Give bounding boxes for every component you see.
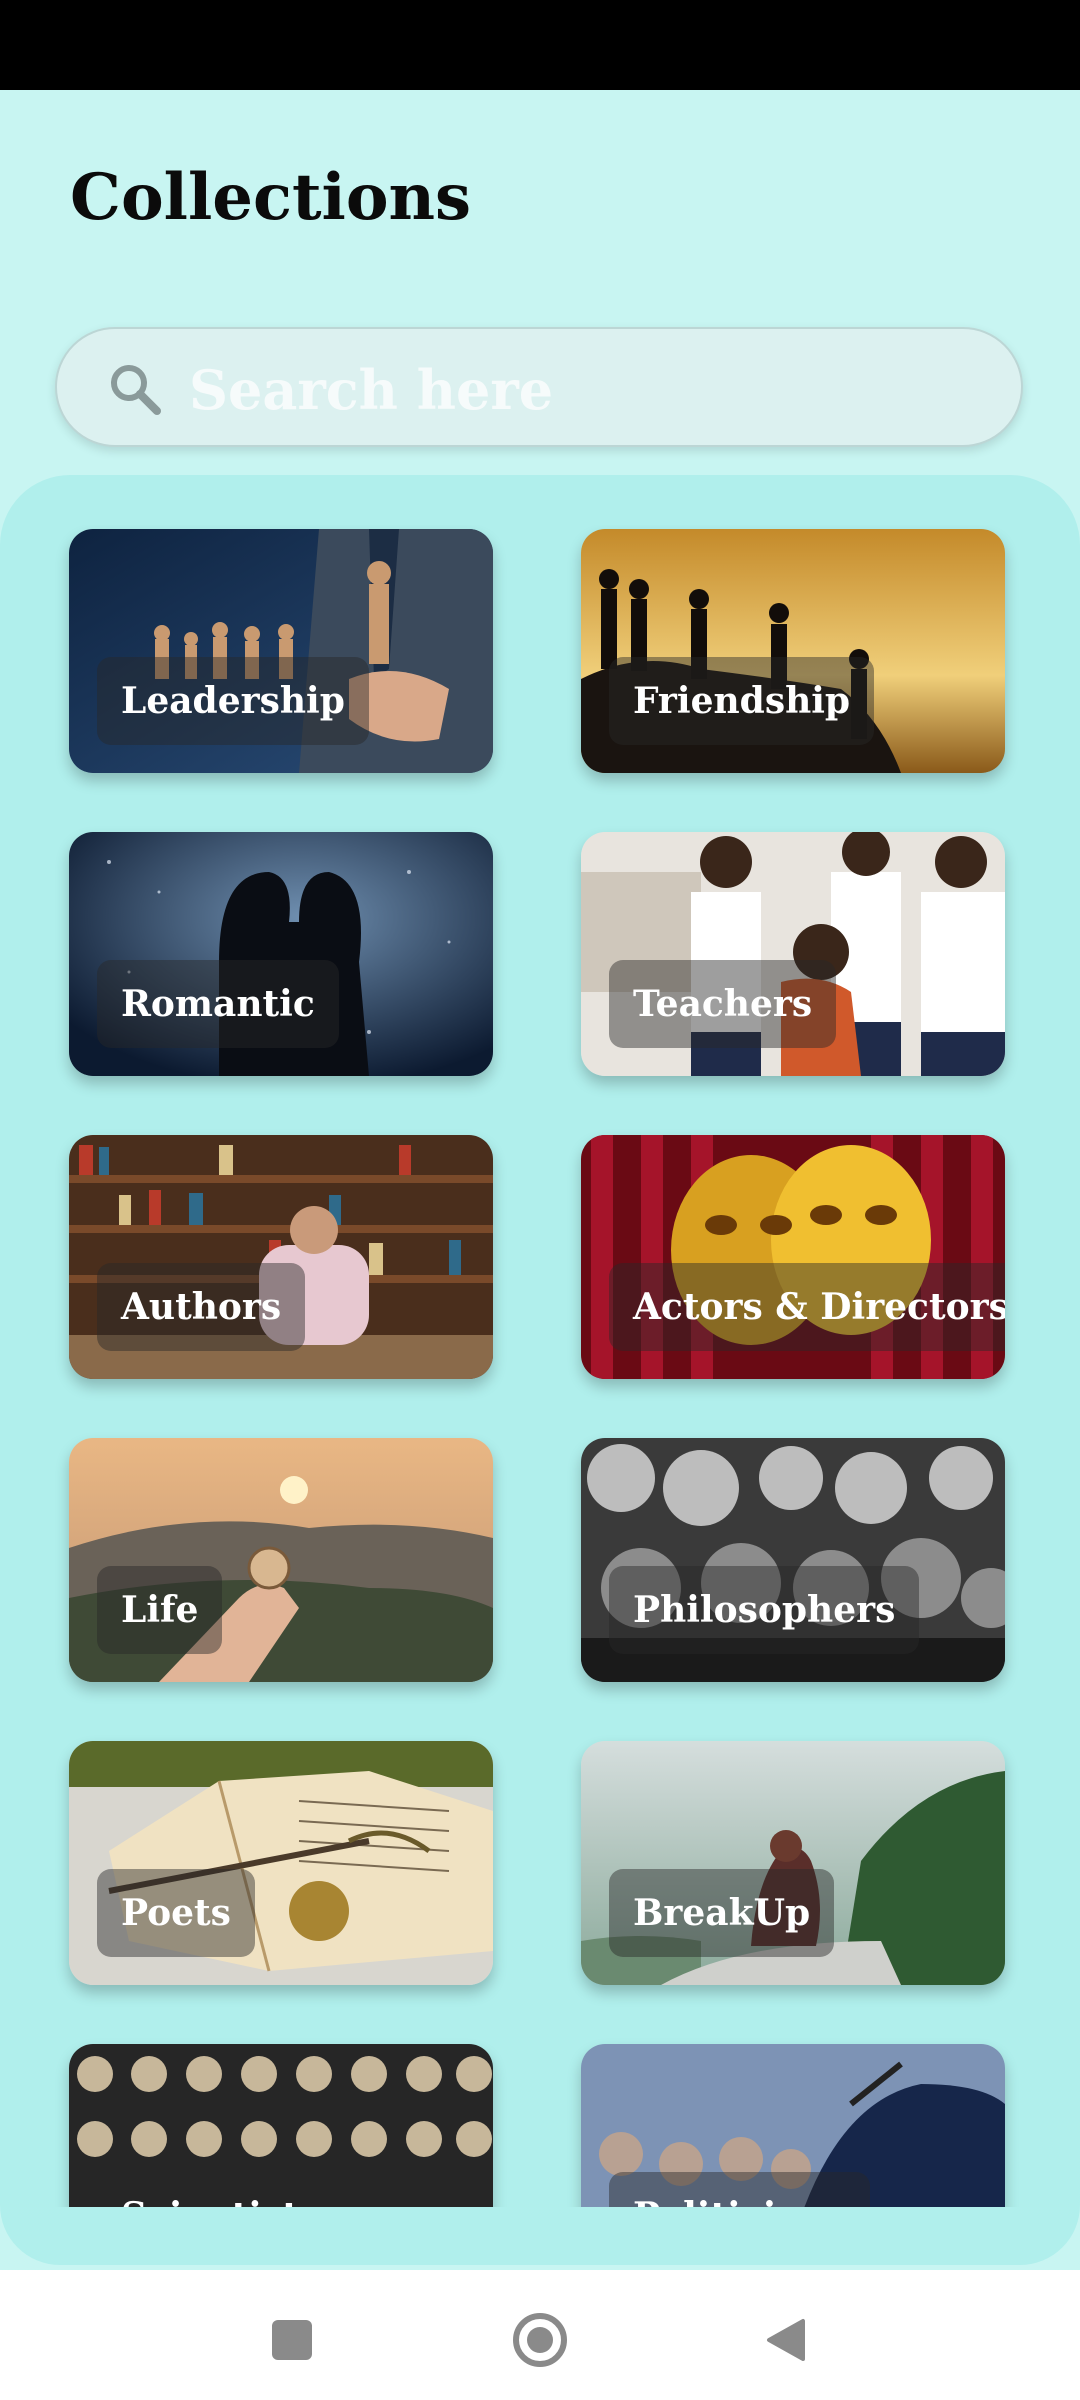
collection-card-teachers[interactable]: Teachers: [581, 832, 1005, 1076]
collection-card-friendship[interactable]: Friendship: [581, 529, 1005, 773]
collection-label: Authors: [97, 1263, 306, 1351]
circle-icon: [513, 2313, 567, 2367]
collection-card-philosophers[interactable]: Philosophers: [581, 1438, 1005, 1682]
collection-label: Philosophers: [609, 1566, 920, 1654]
collection-label: BreakUp: [609, 1869, 835, 1957]
back-button[interactable]: [746, 2300, 826, 2380]
collection-card-breakup[interactable]: BreakUp: [581, 1741, 1005, 1985]
collections-grid: Leadership Friendship Romantic Teachers …: [0, 525, 1080, 2207]
collection-label: Poets: [97, 1869, 255, 1957]
collection-label: Scientists: [97, 2172, 344, 2207]
collection-label: Teachers: [609, 960, 837, 1048]
square-icon: [272, 2320, 312, 2360]
search-icon: [111, 365, 161, 415]
collection-label: Romantic: [97, 960, 339, 1048]
collection-card-life[interactable]: Life: [69, 1438, 493, 1682]
triangle-back-icon: [767, 2319, 805, 2361]
navigation-bar: [0, 2270, 1080, 2400]
collection-label: Actors & Directors: [609, 1263, 1005, 1351]
collection-label: Leadership: [97, 657, 369, 745]
collection-label: Politicians: [609, 2172, 871, 2207]
collection-card-scientists[interactable]: Scientists: [69, 2044, 493, 2207]
collection-card-actors-directors[interactable]: Actors & Directors: [581, 1135, 1005, 1379]
collection-card-politicians[interactable]: Politicians: [581, 2044, 1005, 2207]
collection-card-romantic[interactable]: Romantic: [69, 832, 493, 1076]
search-bar[interactable]: [55, 327, 1023, 447]
collection-card-poets[interactable]: Poets: [69, 1741, 493, 1985]
recents-button[interactable]: [252, 2300, 332, 2380]
collection-label: Friendship: [609, 657, 875, 745]
search-input[interactable]: [187, 349, 971, 431]
collection-card-leadership[interactable]: Leadership: [69, 529, 493, 773]
status-bar: [0, 0, 1080, 90]
home-button[interactable]: [500, 2300, 580, 2380]
collection-card-authors[interactable]: Authors: [69, 1135, 493, 1379]
page-title: Collections: [70, 160, 472, 235]
collection-label: Life: [97, 1566, 223, 1654]
collections-panel: Leadership Friendship Romantic Teachers …: [0, 475, 1080, 2265]
